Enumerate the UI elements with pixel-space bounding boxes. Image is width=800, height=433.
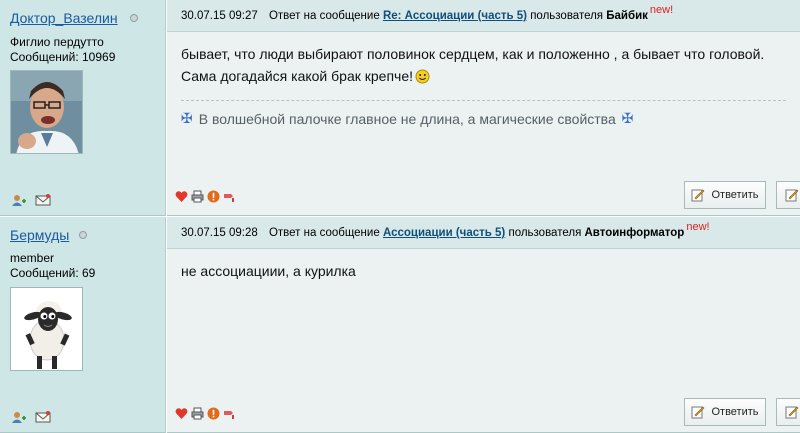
quote-button[interactable]: [776, 181, 800, 209]
post-action-icons: [175, 190, 236, 203]
message-icon[interactable]: [35, 410, 51, 424]
new-badge: new!: [649, 4, 674, 16]
post-header: 30.07.15 09:28 Ответ на сообщение Ассоци…: [167, 217, 800, 249]
signature-text: В волшебной палочке главное не длина, а …: [198, 110, 616, 127]
quote-button[interactable]: [776, 398, 800, 426]
reply-author: Байбик: [606, 10, 648, 22]
author-title: member: [10, 251, 55, 265]
post-header: 30.07.15 09:27 Ответ на сообщение Re: Ас…: [167, 0, 800, 32]
reply-prefix: Ответ на сообщение: [268, 10, 380, 22]
author-message-count: Сообщений: 69: [10, 266, 96, 280]
like-heart-icon[interactable]: [175, 190, 188, 203]
reply-button-label: Ответить: [711, 189, 759, 201]
add-contact-icon[interactable]: [11, 410, 27, 424]
author-message-count: Сообщений: 10969: [10, 50, 116, 64]
reply-button[interactable]: Ответить: [684, 398, 766, 426]
new-badge: new!: [686, 221, 710, 233]
post-meta: 30.07.15 09:28 Ответ на сообщение Ассоци…: [181, 221, 710, 239]
moderator-icon[interactable]: [223, 407, 236, 420]
compose-icon: [691, 406, 705, 419]
post-body-line: Сама догадайся какой брак крепче!: [181, 68, 413, 84]
by-label: пользователя: [508, 227, 582, 239]
add-contact-icon[interactable]: [11, 193, 27, 207]
reply-topic-link[interactable]: Ассоциации (часть 5): [383, 227, 505, 239]
post-author-panel: Бермуды member Сообщений: 69: [0, 217, 166, 433]
report-icon[interactable]: [207, 407, 220, 420]
signature-divider: [181, 100, 786, 101]
offline-status-icon: [130, 14, 138, 22]
post-action-icons: [175, 407, 236, 420]
like-heart-icon[interactable]: [175, 407, 188, 420]
post-meta: 30.07.15 09:27 Ответ на сообщение Re: Ас…: [181, 4, 673, 22]
reply-author: Автоинформатор: [584, 227, 685, 239]
author-username-link[interactable]: Бермуды: [10, 227, 69, 243]
post-content: 30.07.15 09:27 Ответ на сообщение Re: Ас…: [167, 0, 800, 216]
author-username-link[interactable]: Доктор_Вазелин: [10, 10, 118, 26]
post-date: 30.07.15 09:27: [181, 10, 258, 22]
avatar[interactable]: [10, 70, 83, 154]
forum-post: Доктор_Вазелин Фиглио пердутто Сообщений…: [0, 0, 800, 216]
offline-status-icon: [79, 231, 87, 239]
print-icon[interactable]: [191, 190, 204, 203]
compose-icon: [691, 189, 705, 202]
post-body: не ассоциациии, а курилка: [181, 260, 356, 282]
post-body-line: бывает, что люди выбирают половинок серд…: [181, 46, 765, 62]
reply-button[interactable]: Ответить: [684, 181, 766, 209]
post-date: 30.07.15 09:28: [181, 227, 258, 239]
post-author-panel: Доктор_Вазелин Фиглио пердутто Сообщений…: [0, 0, 166, 216]
author-title: Фиглио пердутто: [10, 35, 104, 49]
post-content: 30.07.15 09:28 Ответ на сообщение Ассоци…: [167, 217, 800, 433]
compose-icon: [785, 406, 799, 419]
moderator-icon[interactable]: [223, 190, 236, 203]
smile-emoji-icon: [415, 69, 430, 83]
cross-ornament-icon: ✠: [181, 110, 193, 126]
author-action-icons: [11, 193, 51, 207]
author-action-icons: [11, 410, 51, 424]
forum-post: Бермуды member Сообщений: 69 30.07.15 09…: [0, 217, 800, 433]
by-label: пользователя: [530, 10, 604, 22]
post-body: бывает, что люди выбирают половинок серд…: [181, 43, 764, 87]
reply-button-label: Ответить: [711, 406, 759, 418]
message-icon[interactable]: [35, 193, 51, 207]
cross-ornament-icon: ✠: [621, 110, 634, 126]
signature: ✠ В волшебной палочке главное не длина, …: [181, 110, 633, 127]
compose-icon: [785, 189, 799, 202]
print-icon[interactable]: [191, 407, 204, 420]
reply-topic-link[interactable]: Re: Ассоциации (часть 5): [383, 10, 527, 22]
reply-prefix: Ответ на сообщение: [268, 227, 380, 239]
post-body-line: не ассоциациии, а курилка: [181, 263, 356, 279]
avatar[interactable]: [10, 287, 83, 371]
report-icon[interactable]: [207, 190, 220, 203]
